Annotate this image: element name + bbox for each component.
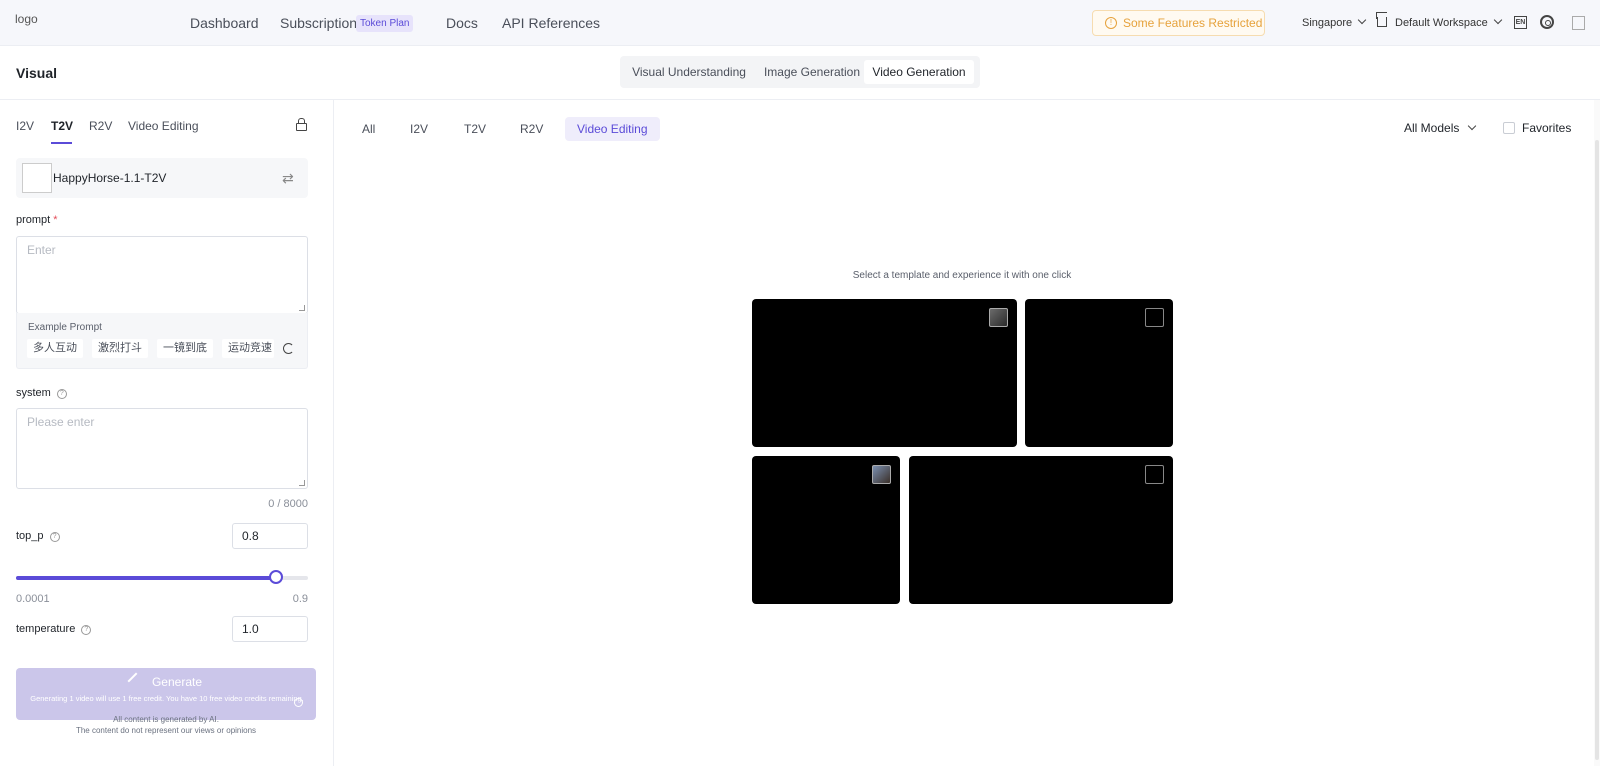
info-icon[interactable] [294,698,303,707]
workspace-selector[interactable]: Default Workspace [1395,15,1502,29]
region-label: Singapore [1302,17,1353,29]
required-mark: * [53,214,58,226]
generate-label: Generate [151,675,203,689]
ai-disclaimer: All content is generated by AI. [113,715,219,724]
slider-fill [16,576,276,580]
example-chip[interactable]: 一镜到底 [157,339,213,358]
system-label-text: system [16,387,51,399]
example-chip[interactable]: 运动竞速 [222,339,274,358]
restricted-notice[interactable]: ! Some Features Restricted [1092,10,1265,36]
scrollbar-thumb[interactable] [1595,140,1599,760]
template-thumbnail-icon [989,308,1008,327]
resize-handle[interactable] [299,305,305,311]
temperature-input[interactable]: 1.0 [232,616,308,642]
template-thumbnail-icon [872,465,891,484]
modality-switcher: Visual Understanding Image Generation Vi… [620,56,980,88]
tab-video-editing[interactable]: Video Editing [128,119,199,133]
model-filter[interactable]: All Models [1404,121,1477,135]
prompt-input[interactable]: Enter [16,236,308,314]
example-chip[interactable]: 激烈打斗 [92,339,148,358]
page-title: Visual [16,65,57,81]
template-placeholder-icon [1145,465,1164,484]
region-selector[interactable]: Singapore [1302,15,1367,29]
token-plan-badge[interactable]: Token Plan [356,15,414,32]
nav-docs[interactable]: Docs [446,15,478,31]
workspace-label: Default Workspace [1395,17,1488,29]
segment-visual-understanding[interactable]: Visual Understanding [628,60,750,84]
lock-icon[interactable] [296,118,307,131]
system-placeholder: Please enter [27,415,95,429]
template-card[interactable] [752,456,900,604]
top-p-label-text: top_p [16,530,44,542]
favorites-label[interactable]: Favorites [1522,121,1571,135]
top-p-min: 0.0001 [16,593,50,605]
warning-icon: ! [1105,17,1117,29]
credit-note: Generating 1 video will use 1 free credi… [30,694,304,703]
template-card[interactable] [909,456,1173,604]
slider-thumb[interactable] [268,570,283,584]
filter-video-editing[interactable]: Video Editing [565,117,660,141]
prompt-label-text: prompt [16,214,51,226]
chevron-down-icon [1357,15,1367,25]
avatar[interactable] [1572,16,1585,30]
help-icon[interactable]: ? [49,532,60,542]
active-tab-indicator [51,142,72,144]
prompt-placeholder: Enter [27,243,56,257]
template-card[interactable] [752,299,1017,447]
segment-video-generation[interactable]: Video Generation [864,60,974,84]
parameter-panel: I2V T2V R2V Video Editing HappyHorse-1.1… [0,100,334,766]
model-thumbnail [22,163,52,193]
top-p-max: 0.9 [292,593,308,605]
model-selector[interactable]: HappyHorse-1.1-T2V ⇄ [16,158,308,198]
prompt-label: prompt * [16,214,58,226]
help-icon[interactable]: ? [56,389,67,399]
example-chip[interactable]: 多人互动 [27,339,83,358]
temperature-label: temperature? [16,623,92,636]
restricted-notice-text: Some Features Restricted [1123,16,1263,30]
nav-subscription[interactable]: Subscription [280,15,357,31]
template-hint: Select a template and experience it with… [852,270,1072,281]
temperature-label-text: temperature [16,623,76,635]
page-header: Visual Visual Understanding Image Genera… [0,46,1600,100]
template-card[interactable] [1025,299,1173,447]
template-placeholder-icon [1145,308,1164,327]
system-input[interactable]: Please enter [16,408,308,489]
filter-r2v[interactable]: R2V [508,117,555,141]
top-p-slider[interactable] [16,576,308,580]
filter-all[interactable]: All [350,117,387,141]
workspace-icon [1377,17,1387,27]
nav-api-references[interactable]: API References [502,15,600,31]
nav-dashboard[interactable]: Dashboard [190,15,259,31]
chevron-down-icon [1468,121,1477,131]
help-icon[interactable]: ? [81,625,92,635]
top-p-label: top_p? [16,530,60,543]
swap-icon[interactable]: ⇄ [282,170,294,187]
system-char-counter: 0 / 8000 [268,498,308,510]
top-nav: logo Dashboard Subscription Token Plan D… [0,0,1600,46]
system-label: system? [16,387,67,400]
generate-label-row: Generate [16,672,316,690]
model-filter-label: All Models [1404,121,1460,135]
ai-disclaimer-2: The content do not represent our views o… [75,726,257,735]
example-prompts-title: Example Prompt [28,322,102,333]
tab-t2v[interactable]: T2V [51,119,73,133]
model-name: HappyHorse-1.1-T2V [53,171,167,185]
filter-i2v[interactable]: I2V [398,117,440,141]
top-p-input[interactable]: 0.8 [232,523,308,549]
example-prompts: Example Prompt 多人互动 激烈打斗 一镜到底 运动竞速 [16,313,308,369]
filter-t2v[interactable]: T2V [452,117,498,141]
favorites-checkbox[interactable] [1503,122,1515,134]
generate-button[interactable]: Generate Generating 1 video will use 1 f… [16,668,316,720]
refresh-icon[interactable] [283,343,294,354]
magic-wand-icon [127,672,145,690]
tab-r2v[interactable]: R2V [89,119,112,133]
chevron-down-icon [1493,15,1502,25]
logo[interactable]: logo [15,12,38,26]
resize-handle[interactable] [299,480,305,486]
tab-i2v[interactable]: I2V [16,119,34,133]
gear-icon[interactable] [1540,15,1554,29]
language-icon[interactable]: EN [1514,16,1527,29]
segment-image-generation[interactable]: Image Generation [754,60,870,84]
